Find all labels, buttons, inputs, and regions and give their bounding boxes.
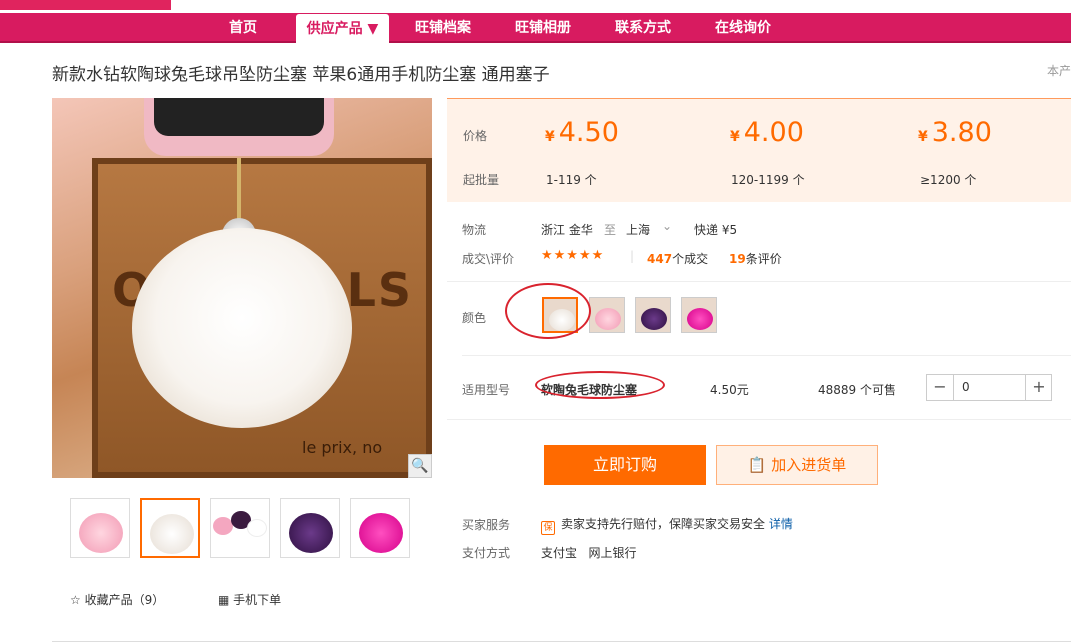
details-link[interactable]: 详情	[769, 517, 793, 531]
nav-item-album[interactable]: 旺铺相册	[504, 13, 582, 43]
nav-item-inquiry[interactable]: 在线询价	[704, 13, 782, 43]
payment-label: 支付方式	[462, 546, 511, 560]
rating-stars: ★★★★★	[541, 248, 605, 263]
zoom-icon[interactable]: 🔍	[408, 454, 432, 478]
model-price: 4.50元	[710, 383, 749, 397]
logistics-label: 物流	[462, 223, 487, 237]
star-outline-icon: ☆	[70, 593, 81, 607]
color-swatch-pink[interactable]	[589, 297, 625, 333]
bottom-divider	[52, 641, 1071, 642]
mobile-order[interactable]: ▦ 手机下单	[218, 591, 281, 608]
product-title: 新款水钻软陶球兔毛球吊坠防尘塞 苹果6通用手机防尘塞 通用塞子	[52, 65, 550, 85]
thumbnail-purple[interactable]	[280, 498, 340, 558]
model-label: 适用型号	[462, 383, 511, 397]
section-divider-3	[447, 419, 1071, 420]
range-tier-1: 1-119 个	[546, 173, 597, 187]
price-label: 价格	[463, 129, 488, 143]
thumbnail-mixed[interactable]	[210, 498, 270, 558]
qr-code-icon: ▦	[218, 593, 230, 607]
favorite-product[interactable]: ☆ 收藏产品（9）	[70, 591, 164, 608]
nav-item-products[interactable]: 供应产品 ▼	[296, 14, 389, 43]
section-divider	[447, 281, 1071, 282]
price-panel: 价格 起批量 ¥4.50 1-119 个 ¥4.00 120-1199 个 ¥3…	[447, 98, 1071, 202]
fur-ball-graphic	[132, 228, 352, 428]
color-swatch-purple[interactable]	[635, 297, 671, 333]
annotation-circle-model	[535, 371, 665, 399]
quantity-input[interactable]: 0	[953, 375, 1026, 400]
mobile-order-label: 手机下单	[233, 593, 282, 607]
guarantee-badge-icon: 保	[541, 521, 555, 535]
section-divider-2	[462, 355, 1071, 356]
logistics-to: 至	[604, 223, 617, 237]
thumbnail-pink[interactable]	[70, 498, 130, 558]
payment-options: 支付宝 网上银行	[541, 546, 637, 560]
range-tier-3: ≥1200 个	[920, 173, 977, 187]
phone-graphic	[144, 98, 334, 156]
price-tier-3: ¥3.80	[918, 117, 992, 148]
divider: |	[630, 249, 635, 263]
nav-item-contact[interactable]: 联系方式	[604, 13, 682, 43]
nav-item-home[interactable]: 首页	[213, 13, 273, 43]
main-product-image[interactable]: ORIGINALS le prix, no	[52, 98, 432, 478]
decrement-button[interactable]: −	[927, 375, 953, 400]
top-brand-strip	[0, 0, 171, 10]
review-count[interactable]: 19条评价	[729, 250, 782, 267]
range-tier-2: 120-1199 个	[731, 173, 805, 187]
buyer-service-text: 保卖家支持先行赔付，保障买家交易安全 详情	[541, 515, 793, 535]
moq-label: 起批量	[463, 173, 500, 187]
logistics-origin: 浙江 金华	[541, 223, 593, 237]
buy-now-button[interactable]: 立即订购	[544, 445, 706, 485]
price-tier-1: ¥4.50	[545, 117, 619, 148]
crate-sub-lettering: le prix, no	[302, 438, 383, 457]
thumbnail-white[interactable]	[140, 498, 200, 558]
deal-count[interactable]: 447个成交	[647, 250, 708, 267]
nav-item-profile[interactable]: 旺铺档案	[404, 13, 482, 43]
annotation-circle-color	[505, 283, 591, 339]
color-swatch-magenta[interactable]	[681, 297, 717, 333]
model-stock: 48889 个可售	[818, 383, 896, 397]
logistics-destination[interactable]: 上海	[626, 221, 650, 238]
add-to-cart-button[interactable]: 📋 加入进货单	[716, 445, 878, 485]
nav-bar: 首页 供应产品 ▼ 旺铺档案 旺铺相册 联系方式 在线询价	[0, 13, 1071, 43]
increment-button[interactable]: +	[1026, 375, 1052, 400]
reviews-label: 成交\评价	[462, 252, 515, 266]
corner-text: 本产	[1047, 64, 1071, 78]
clipboard-icon: 📋	[747, 456, 772, 474]
shipping-fee: 快递 ¥5	[694, 223, 738, 237]
buyer-service-label: 买家服务	[462, 518, 511, 532]
color-label: 颜色	[462, 311, 487, 325]
chevron-down-icon[interactable]: ⌄	[662, 219, 672, 233]
thumbnail-magenta[interactable]	[350, 498, 410, 558]
quantity-stepper: − 0 +	[926, 374, 1052, 401]
price-tier-2: ¥4.00	[730, 117, 804, 148]
favorite-label: 收藏产品（9）	[84, 593, 165, 607]
